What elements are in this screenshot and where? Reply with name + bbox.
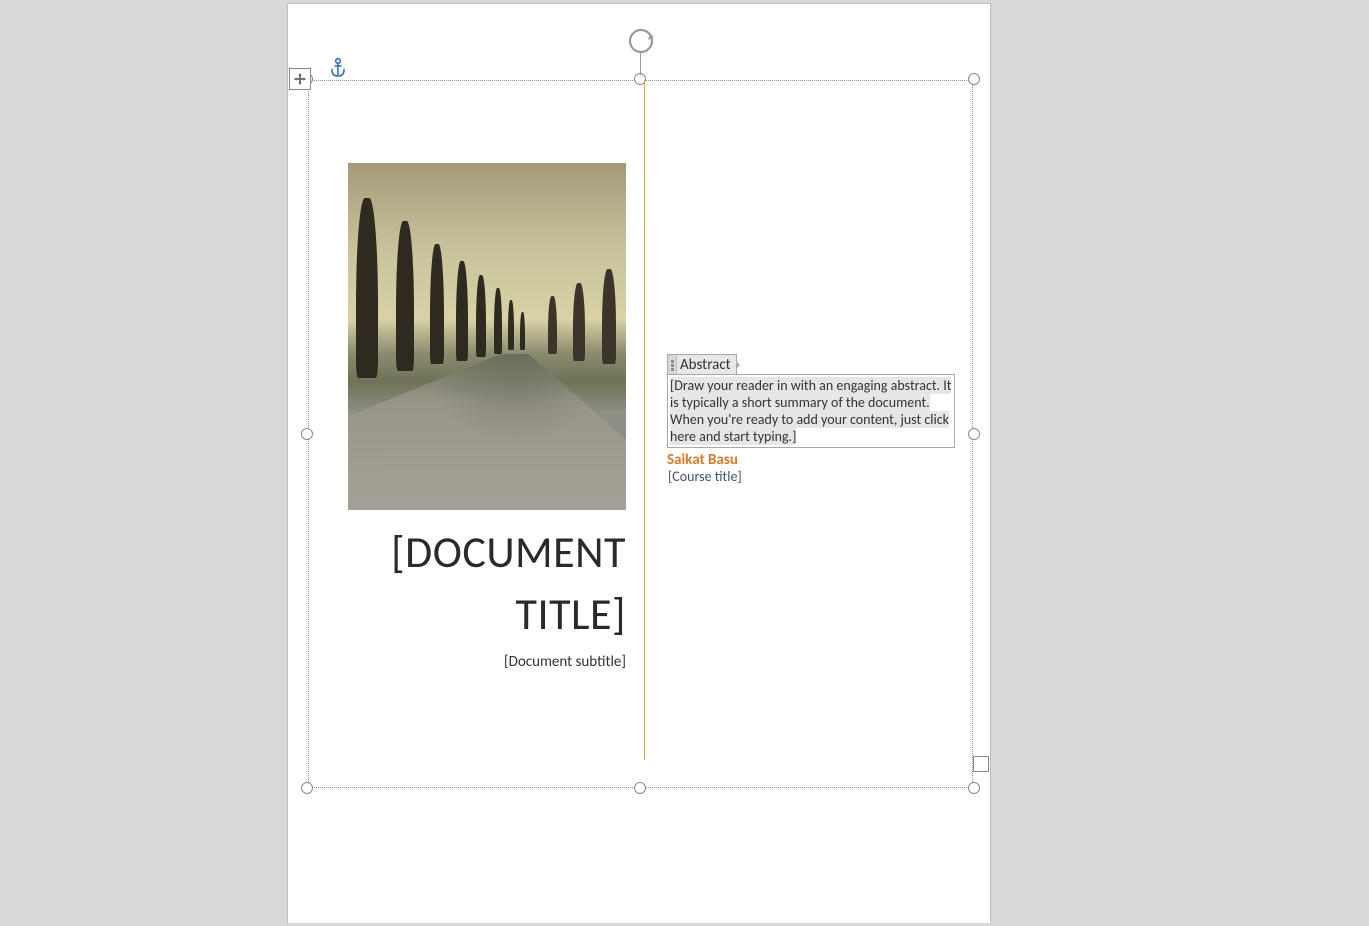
content-control-grip-icon[interactable] — [668, 355, 677, 375]
document-title-placeholder[interactable]: [DOCUMENT TITLE] — [348, 522, 626, 645]
cover-image[interactable] — [348, 163, 626, 510]
content-control-label: Abstract — [677, 355, 736, 375]
content-control-tag-abstract[interactable]: Abstract — [667, 354, 737, 376]
resize-handle-middle-right[interactable] — [968, 428, 980, 440]
move-handle-icon[interactable] — [289, 68, 311, 90]
resize-handle-bottom-left[interactable] — [301, 782, 313, 794]
anchor-icon — [330, 58, 348, 78]
resize-handle-bottom-center[interactable] — [634, 782, 646, 794]
rotate-handle-icon[interactable] — [626, 26, 656, 56]
resize-handle-bottom-right[interactable] — [968, 782, 980, 794]
resize-handle-middle-left[interactable] — [301, 428, 313, 440]
resize-handle-top-right[interactable] — [968, 73, 980, 85]
layout-options-handle[interactable] — [973, 756, 989, 772]
abstract-content-control[interactable]: [Draw your reader in with an engaging ab… — [667, 374, 955, 448]
author-name[interactable]: Saikat Basu — [667, 451, 738, 469]
abstract-placeholder-text[interactable]: [Draw your reader in with an engaging ab… — [670, 377, 951, 445]
content-control-caret-icon — [736, 361, 740, 369]
document-subtitle-placeholder[interactable]: [Document subtitle] — [348, 653, 626, 671]
column-divider — [644, 80, 645, 760]
course-title-placeholder[interactable]: [Course title] — [668, 468, 742, 485]
